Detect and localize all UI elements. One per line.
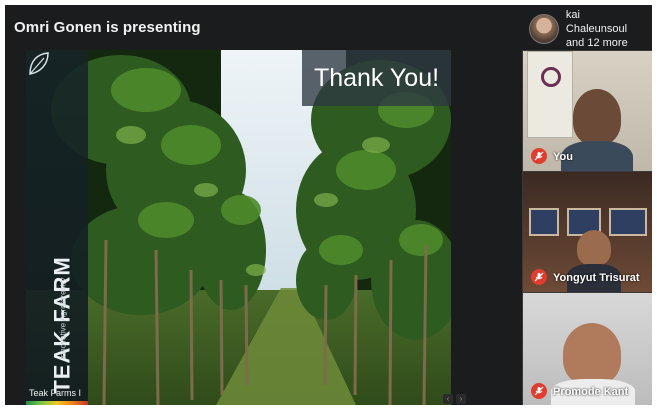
mic-off-icon: [531, 383, 547, 399]
mic-off-icon: [531, 269, 547, 285]
thank-you-banner: Thank You!: [302, 50, 451, 106]
participant-tile[interactable]: You: [522, 50, 652, 172]
avatar: [529, 14, 559, 44]
brand-footer: Teak Farms I: [29, 388, 82, 398]
brand-subtitle: Innovative Agroforestry: [58, 277, 68, 360]
brand-color-strip: [26, 401, 88, 405]
participants-line-1: kai Chaleunsoul: [565, 9, 628, 35]
meeting-window: Omri Gonen is presenting kai Chaleunsoul…: [5, 5, 652, 405]
participant-name: You: [553, 151, 573, 163]
participant-face: [563, 323, 621, 385]
background-picture: [529, 208, 559, 236]
next-slide-icon[interactable]: ›: [456, 394, 466, 404]
participants-summary[interactable]: kai Chaleunsoul and 12 more: [529, 8, 644, 50]
background-door: [527, 51, 573, 138]
brand-title-block: TEAK FARM Innovative Agroforestry: [32, 256, 75, 393]
participants-line-2: and 12 more: [565, 37, 628, 49]
participant-face: [573, 89, 621, 145]
presenter-label: Omri Gonen is presenting: [14, 19, 201, 36]
slide-nav[interactable]: ‹ ›: [443, 394, 466, 404]
participant-tile[interactable]: Yongyut Trisurat: [522, 171, 652, 293]
participant-name: Promode Kant: [553, 386, 629, 398]
participant-tile[interactable]: Promode Kant: [522, 292, 652, 405]
presentation-stage: TEAK FARM Innovative Agroforestry Teak F…: [26, 50, 451, 405]
participant-name: Yongyut Trisurat: [553, 272, 640, 284]
participants-text: kai Chaleunsoul and 12 more: [566, 8, 644, 50]
background-picture: [609, 208, 647, 236]
background-wreath: [541, 67, 561, 87]
participant-face: [577, 230, 611, 266]
mic-off-icon: [531, 148, 547, 164]
leaf-icon: [29, 52, 49, 75]
prev-slide-icon[interactable]: ‹: [443, 394, 453, 404]
brand-panel: TEAK FARM Innovative Agroforestry Teak F…: [26, 50, 88, 405]
